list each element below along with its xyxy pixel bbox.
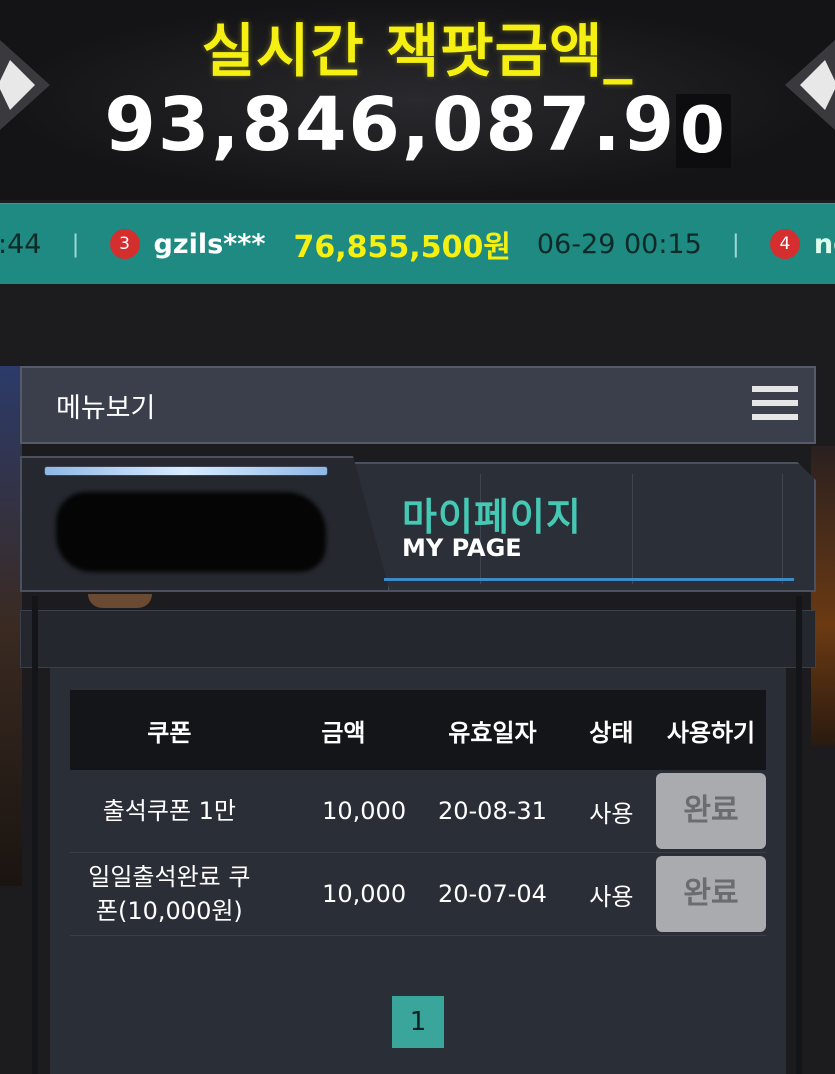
mypage-banner: 마이페이지 MY PAGE: [20, 456, 816, 608]
completed-button[interactable]: 완료: [655, 773, 766, 849]
coupon-name: 출석쿠폰 1만: [70, 770, 269, 853]
jackpot-title: 실시간 잭팟금액_: [201, 17, 634, 85]
table-header-row: 쿠폰 금액 유효일자 상태 사용하기: [70, 690, 766, 770]
neon-tube-decoration: [44, 466, 328, 476]
coupon-name-line-1: 일일출석완료 쿠: [88, 863, 251, 891]
hamburger-icon[interactable]: [752, 386, 798, 428]
table-row: 출석쿠폰 1만 10,000 20-08-31 사용 완료: [70, 770, 766, 853]
coupon-expiry: 20-07-04: [418, 852, 567, 936]
ticker-username: gzils***: [153, 228, 266, 260]
column-header-coupon: 쿠폰: [70, 690, 269, 770]
column-header-status: 상태: [566, 690, 656, 770]
jackpot-amount: 93,846,087.90: [0, 82, 835, 168]
coupon-action-cell: 완료: [655, 770, 766, 853]
rank-badge: 4: [769, 229, 800, 259]
ticker-item-current: 3 gzils*** 76,855,500원 06-29 00:15 |: [109, 222, 770, 266]
pagination-page-button[interactable]: 1: [392, 996, 444, 1048]
column-header-expiry: 유효일자: [418, 690, 567, 770]
menu-label[interactable]: 메뉴보기: [56, 386, 155, 425]
coupon-action-cell: 완료: [655, 852, 766, 936]
coupon-amount: 10,000: [268, 770, 419, 853]
ticker-time: 06-29 00:15: [536, 228, 702, 260]
redacted-area: [56, 492, 326, 572]
banner-underline: [384, 578, 794, 581]
background-scene-left: [0, 366, 22, 886]
ticker-item-previous: :44 |: [0, 229, 110, 260]
coupon-table: 쿠폰 금액 유효일자 상태 사용하기 출석쿠폰 1만 10,000 20-08-…: [70, 690, 766, 936]
jackpot-amount-rolling-digit: 0: [676, 94, 731, 168]
jackpot-amount-main: 93,846,087.9: [104, 82, 677, 168]
coupon-name-line-2: 폰(10,000원): [95, 897, 243, 925]
page-title: 마이페이지: [402, 495, 582, 539]
content-shelf: [20, 610, 816, 668]
jackpot-header: 실시간 잭팟금액_ 93,846,087.90: [0, 0, 835, 200]
ticker-item-next: 4 ng: [769, 228, 835, 260]
frame-pole-right: [796, 596, 802, 1074]
page-subtitle: MY PAGE: [402, 534, 522, 562]
winners-ticker: :44 | 3 gzils*** 76,855,500원 06-29 00:15…: [0, 203, 835, 284]
page-root: 실시간 잭팟금액_ 93,846,087.90 :44 | 3 gzils***…: [0, 0, 835, 1074]
banner-left-panel: [20, 456, 390, 592]
rank-badge: 3: [109, 229, 140, 259]
ticker-username: ng: [813, 228, 835, 260]
coupon-amount: 10,000: [268, 852, 419, 936]
ticker-time: :44: [0, 228, 42, 260]
ticker-separator: |: [731, 230, 740, 258]
coupon-status: 사용: [566, 770, 656, 853]
column-header-amount: 금액: [268, 690, 419, 770]
coupon-name: 일일출석완료 쿠폰(10,000원): [70, 852, 269, 936]
coupon-expiry: 20-08-31: [418, 770, 567, 853]
coupon-panel: 쿠폰 금액 유효일자 상태 사용하기 출석쿠폰 1만 10,000 20-08-…: [50, 668, 786, 1074]
ticker-win-amount: 76,855,500원: [293, 230, 511, 265]
coupon-status: 사용: [566, 852, 656, 936]
completed-button[interactable]: 완료: [655, 856, 766, 932]
frame-pole-left: [32, 596, 38, 1074]
column-header-use: 사용하기: [655, 690, 766, 770]
ticker-separator: |: [71, 230, 80, 258]
table-row: 일일출석완료 쿠폰(10,000원) 10,000 20-07-04 사용 완료: [70, 852, 766, 936]
menu-bar[interactable]: 메뉴보기: [20, 366, 816, 444]
character-image: [88, 594, 152, 608]
